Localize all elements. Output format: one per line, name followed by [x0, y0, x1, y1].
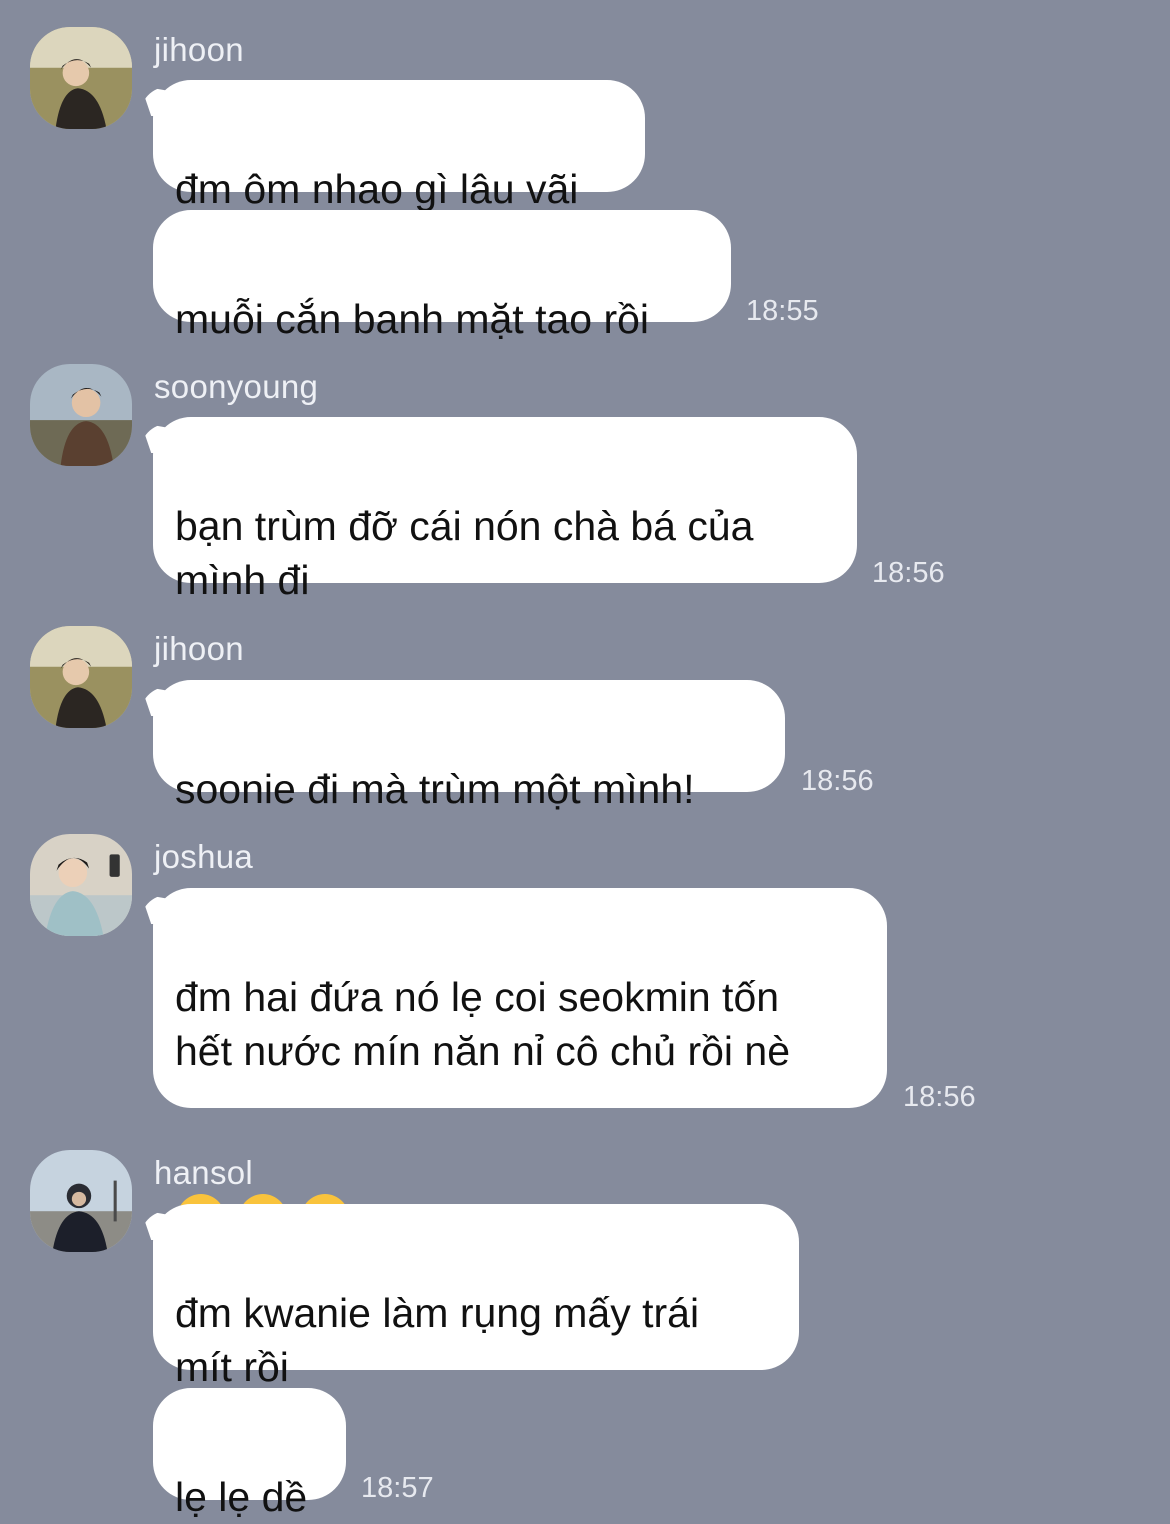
message-text: đm kwanie làm rụng mấy trái mít rồi: [175, 1290, 700, 1390]
message-bubble[interactable]: đm kwanie làm rụng mấy trái mít rồi: [153, 1204, 799, 1390]
sender-name: soonyoung: [154, 368, 319, 405]
message-bubble[interactable]: lẹ lẹ dề: [153, 1388, 346, 1520]
message-text: soonie đi mà trùm một mình!: [175, 766, 695, 812]
message-bubble[interactable]: đm hai đứa nó lẹ coi seokmin tốn hết nướ…: [153, 888, 887, 1243]
message-text: muỗi cắn banh mặt tao rồi: [175, 296, 650, 342]
sender-name: jihoon: [154, 31, 244, 68]
message-timestamp: 18:55: [746, 295, 819, 327]
message-text: đm hai đứa nó lẹ coi seokmin tốn hết nướ…: [175, 974, 790, 1074]
avatar-photo-hansol-icon: [30, 1150, 132, 1252]
message-timestamp: 18:57: [361, 1472, 434, 1504]
avatar-joshua[interactable]: [30, 834, 132, 936]
sender-name: hansol: [154, 1154, 254, 1191]
message-text: lẹ lẹ dề: [175, 1474, 308, 1520]
message-timestamp: 18:56: [903, 1081, 976, 1113]
message-bubble[interactable]: đm ôm nhao gì lâu vãi: [153, 80, 645, 212]
message-text: đm ôm nhao gì lâu vãi: [175, 166, 579, 212]
message-bubble[interactable]: soonie đi mà trùm một mình!: [153, 680, 785, 812]
sender-name: jihoon: [154, 630, 244, 667]
message-text: bạn trùm đỡ cái nón chà bá của mình đi: [175, 503, 754, 603]
avatar-photo-jihoon-icon: [30, 626, 132, 728]
loudly-crying-face-icon: [299, 1138, 351, 1243]
avatar-hansol[interactable]: [30, 1150, 132, 1252]
avatar-photo-joshua-icon: [30, 834, 132, 936]
avatar-jihoon[interactable]: [30, 27, 132, 129]
avatar-photo-jihoon-icon: [30, 27, 132, 129]
avatar-photo-soonyoung-icon: [30, 364, 132, 466]
avatar-jihoon[interactable]: [30, 626, 132, 728]
message-bubble[interactable]: bạn trùm đỡ cái nón chà bá của mình đi: [153, 417, 857, 603]
message-timestamp: 18:56: [872, 557, 945, 589]
avatar-soonyoung[interactable]: [30, 364, 132, 466]
message-bubble[interactable]: muỗi cắn banh mặt tao rồi: [153, 210, 731, 342]
message-timestamp: 18:56: [801, 765, 874, 797]
emoji-row: [175, 1080, 865, 1243]
sender-name: joshua: [154, 838, 254, 875]
